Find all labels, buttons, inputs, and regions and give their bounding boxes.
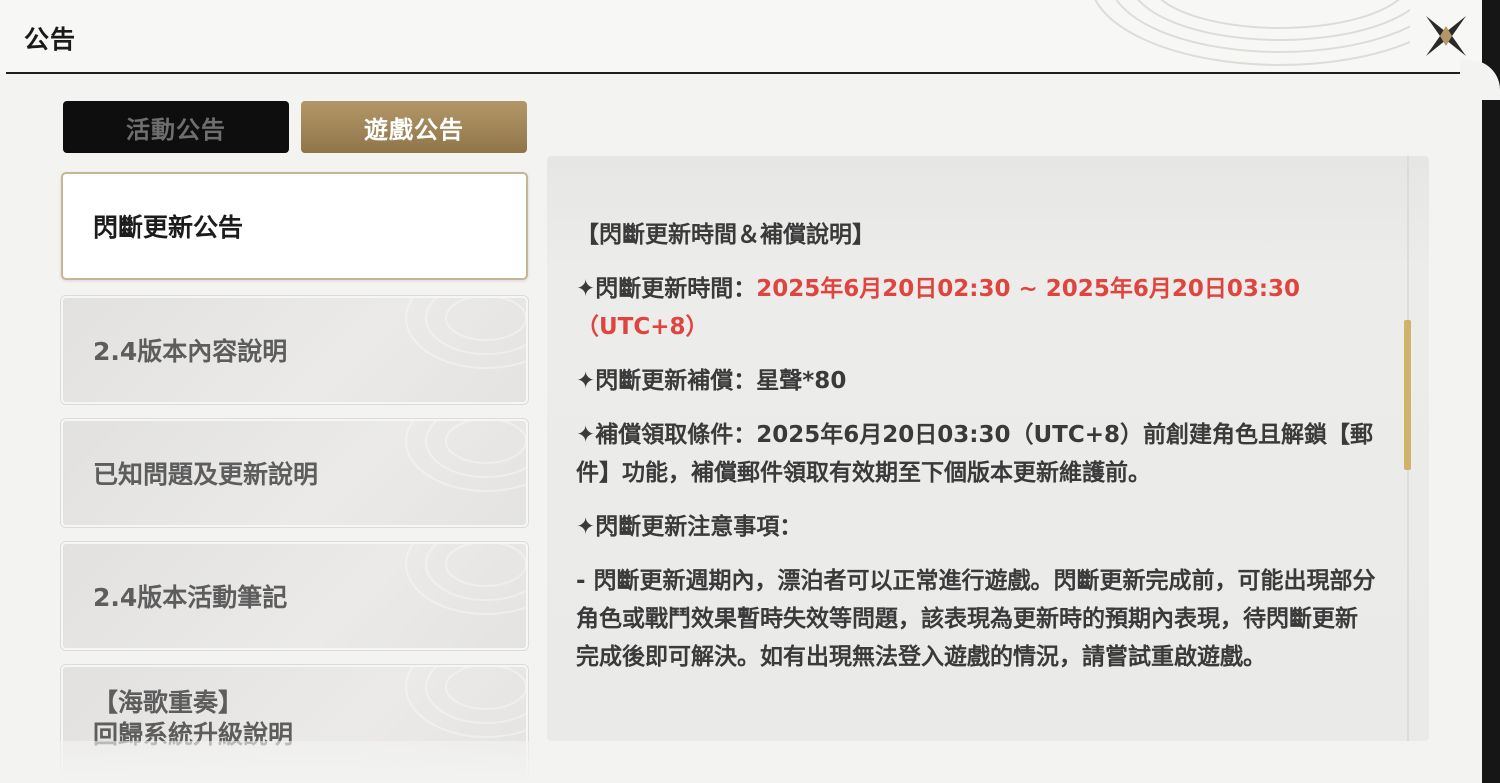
tab-activity-announcements[interactable]: 活動公告	[63, 101, 289, 153]
tab-game-announcements[interactable]: 遊戲公告	[301, 101, 527, 153]
close-icon[interactable]	[1420, 12, 1472, 60]
header-divider	[6, 72, 1486, 74]
page-title: 公告	[24, 25, 77, 54]
window-edge	[1482, 0, 1500, 783]
sidebar-item-hotfix-notice[interactable]: 閃斷更新公告	[61, 172, 528, 280]
header-bar: 公告	[0, 0, 1500, 73]
compensation-value: 星聲*80	[756, 368, 847, 394]
swirl-decoration	[405, 298, 526, 369]
scrollbar-thumb[interactable]	[1404, 320, 1411, 470]
sidebar-item-label: 已知問題及更新說明	[93, 460, 319, 489]
compensation-label: ✦閃斷更新補償：	[576, 368, 757, 394]
note-item: - 閃斷更新週期內，漂泊者可以正常進行遊戲。閃斷更新完成前，可能出現部分角色或戰…	[576, 568, 1376, 670]
notes-label: ✦閃斷更新注意事項：	[576, 514, 803, 540]
bottom-fade	[0, 741, 1482, 783]
sidebar-item-known-issues[interactable]: 已知問題及更新說明	[61, 419, 528, 527]
header-decoration	[1094, 0, 1410, 66]
swirl-decoration	[405, 421, 526, 492]
sidebar-item-label: 閃斷更新公告	[93, 213, 244, 242]
article-panel[interactable]: 【閃斷更新時間＆補償說明】 ✦閃斷更新時間：2025年6月20日02:30 ~ …	[547, 156, 1429, 741]
update-time-label: ✦閃斷更新時間：	[576, 276, 757, 302]
update-time-line: ✦閃斷更新時間：2025年6月20日02:30 ~ 2025年6月20日03:3…	[576, 270, 1376, 346]
swirl-decoration	[405, 544, 526, 615]
sidebar-item-label-line1: 【海歌重奏】	[93, 688, 244, 717]
claim-condition: ✦補償領取條件：2025年6月20日03:30（UTC+8）前創建角色且解鎖【郵…	[576, 422, 1374, 486]
sidebar-item-label: 2.4版本內容說明	[93, 337, 288, 366]
sidebar-item-label: 2.4版本活動筆記	[93, 583, 288, 612]
compensation-line: ✦閃斷更新補償：星聲*80	[576, 362, 1376, 400]
article-heading: 【閃斷更新時間＆補償說明】	[576, 222, 875, 248]
article-body: 【閃斷更新時間＆補償說明】 ✦閃斷更新時間：2025年6月20日02:30 ~ …	[576, 216, 1376, 692]
sidebar-item-event-notes[interactable]: 2.4版本活動筆記	[61, 542, 528, 650]
sidebar-item-version-content[interactable]: 2.4版本內容說明	[61, 296, 528, 404]
